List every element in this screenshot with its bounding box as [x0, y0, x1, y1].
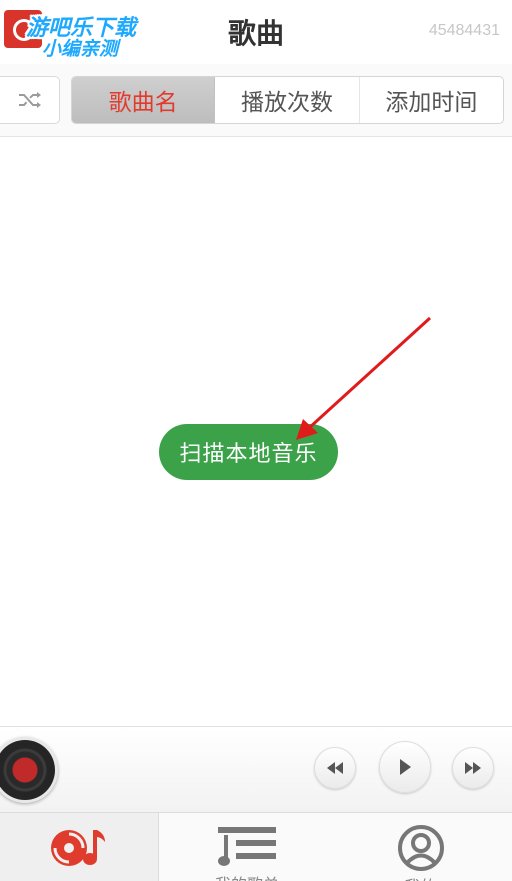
- play-button[interactable]: [379, 741, 431, 793]
- nav-item-profile[interactable]: 我的: [335, 813, 506, 881]
- app-screen: 游吧乐下载 小编亲测 歌曲 45484431 歌曲名 播放次数 添加时间 扫描本…: [0, 0, 512, 881]
- sort-segment-control: 歌曲名 播放次数 添加时间: [71, 76, 504, 124]
- tab-sort-by-date-added[interactable]: 添加时间: [360, 77, 503, 123]
- tab-sort-by-play-count[interactable]: 播放次数: [215, 77, 360, 123]
- shuffle-icon: [19, 92, 41, 108]
- scan-local-music-button[interactable]: 扫描本地音乐: [159, 424, 338, 480]
- user-icon: [397, 825, 444, 871]
- now-playing-disc[interactable]: [0, 737, 58, 803]
- nav-label-playlists: 我的歌单: [215, 871, 279, 881]
- tab-sort-by-name[interactable]: 歌曲名: [72, 77, 216, 123]
- music-disc-icon: [51, 830, 105, 866]
- fast-forward-button[interactable]: [452, 747, 494, 789]
- top-header: 游吧乐下载 小编亲测 歌曲 45484431: [0, 0, 512, 64]
- mini-player: [0, 726, 512, 813]
- nav-item-playlists[interactable]: 我的歌单: [159, 813, 335, 881]
- fast-forward-icon: [465, 762, 481, 774]
- nav-item-songs[interactable]: [0, 813, 159, 881]
- user-id: 45484431: [428, 22, 500, 39]
- bottom-nav: 我的歌单 我的: [0, 812, 512, 881]
- nav-label-profile: 我的: [404, 873, 436, 881]
- play-icon: [400, 759, 411, 775]
- playlist-icon: [218, 827, 276, 866]
- rewind-icon: [327, 762, 343, 774]
- rewind-button[interactable]: [314, 747, 356, 789]
- sort-bar: 歌曲名 播放次数 添加时间: [0, 64, 512, 137]
- shuffle-button[interactable]: [0, 76, 60, 124]
